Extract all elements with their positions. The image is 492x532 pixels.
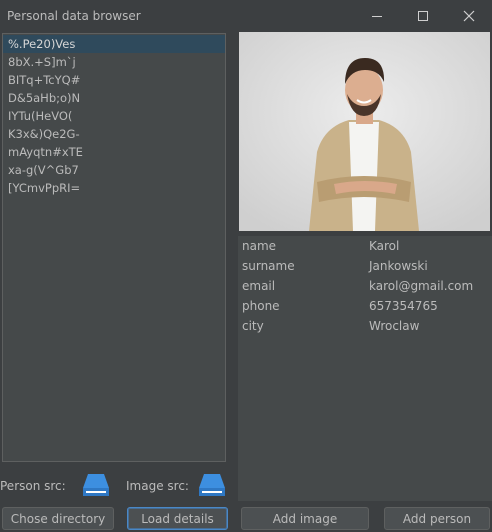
detail-key: email (242, 279, 276, 293)
load-details-button[interactable]: Load details (127, 507, 228, 530)
list-item[interactable]: 8bX.+S]m`j (3, 53, 225, 71)
close-icon (463, 10, 475, 22)
minimize-icon (372, 16, 382, 17)
image-src-label: Image src: (126, 479, 189, 493)
person-photo (239, 32, 490, 231)
detail-key: phone (242, 299, 280, 313)
list-item[interactable]: [YCmvPpRI= (3, 179, 225, 197)
list-item[interactable]: mAyqtn#xTE (3, 143, 225, 161)
list-item[interactable]: K3x&)Qe2G- (3, 125, 225, 143)
person-src-label: Person src: (0, 479, 66, 493)
people-list[interactable]: %.Pe20)Ves 8bX.+S]m`j BITq+TcYQ# D&5aHb;o)N… (2, 33, 226, 462)
list-item[interactable]: %.Pe20)Ves (3, 35, 225, 53)
detail-row-email: email karol@gmail.com (238, 276, 492, 296)
close-button[interactable] (446, 0, 492, 32)
choose-directory-button[interactable]: Chose directory (2, 507, 114, 530)
detail-row-city: city Wroclaw (238, 316, 492, 336)
person-src-drive-icon[interactable] (82, 472, 110, 498)
detail-value: karol@gmail.com (369, 279, 474, 293)
details-panel: name Karol surname Jankowski email karol@gmai… (238, 236, 492, 501)
detail-value: Jankowski (369, 259, 428, 273)
list-item[interactable]: IYTu(HeVO( (3, 107, 225, 125)
detail-row-phone: phone 657354765 (238, 296, 492, 316)
detail-key: city (242, 319, 264, 333)
maximize-button[interactable] (400, 0, 446, 32)
detail-key: name (242, 239, 277, 253)
image-src-drive-icon[interactable] (198, 472, 226, 498)
title-bar: Personal data browser (0, 0, 492, 32)
maximize-icon (418, 11, 428, 21)
detail-value: Karol (369, 239, 400, 253)
add-person-button[interactable]: Add person (384, 507, 490, 530)
list-item[interactable]: BITq+TcYQ# (3, 71, 225, 89)
detail-key: surname (242, 259, 295, 273)
add-image-button[interactable]: Add image (241, 507, 369, 530)
minimize-button[interactable] (354, 0, 400, 32)
window-title: Personal data browser (7, 9, 141, 23)
list-item[interactable]: D&5aHb;o)N (3, 89, 225, 107)
detail-value: 657354765 (369, 299, 438, 313)
detail-row-name: name Karol (238, 236, 492, 256)
detail-row-surname: surname Jankowski (238, 256, 492, 276)
detail-value: Wroclaw (369, 319, 420, 333)
list-item[interactable]: xa-g(V^Gb7 (3, 161, 225, 179)
